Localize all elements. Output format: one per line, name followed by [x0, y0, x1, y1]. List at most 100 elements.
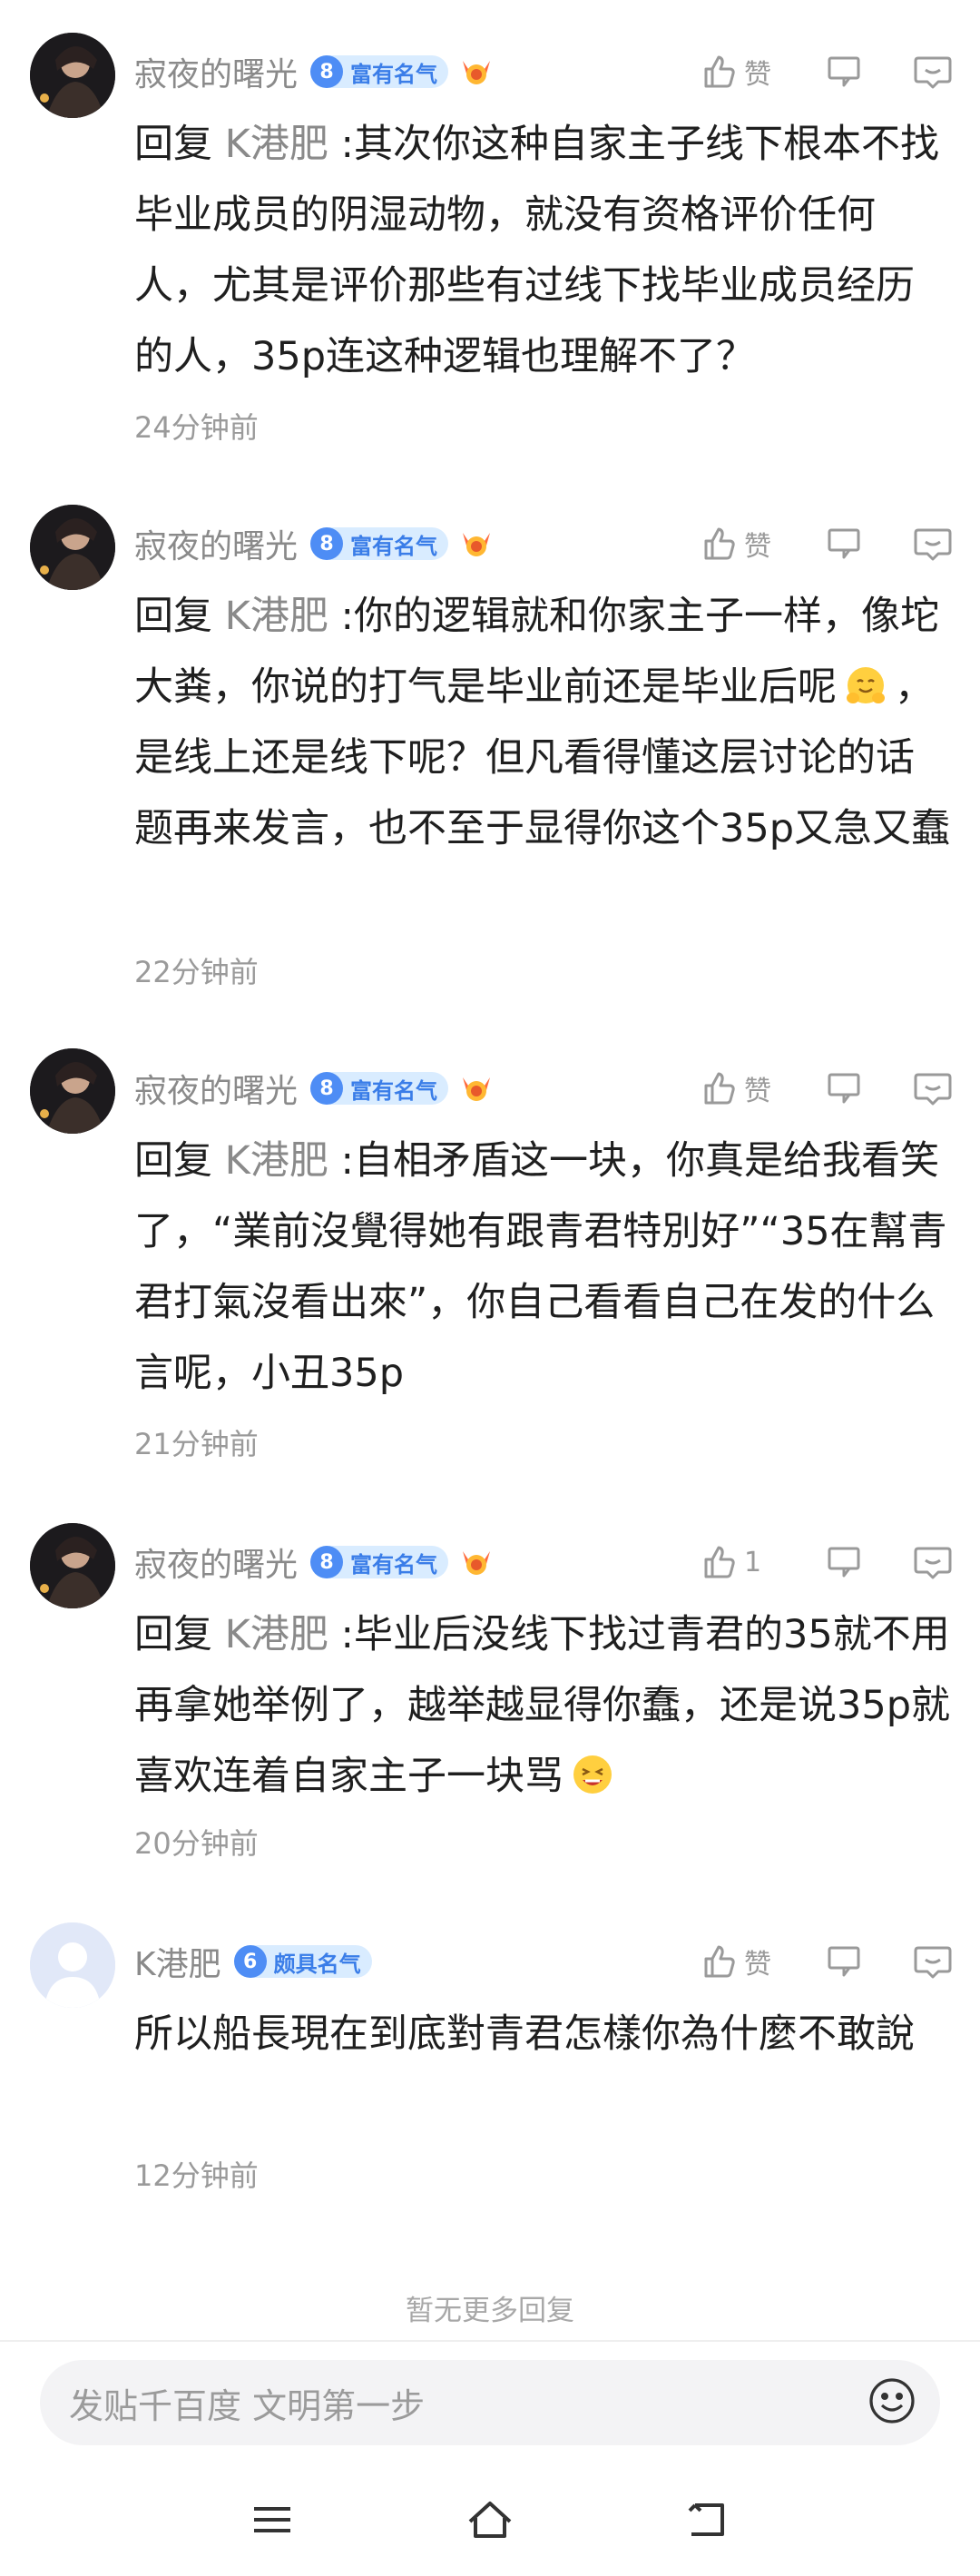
system-nav-bar	[0, 2478, 980, 2576]
comment-actions: 赞	[652, 1060, 953, 1116]
author-row: 寂夜的曙光 8 富有名气	[134, 516, 494, 572]
level-badge: 8 富有名气	[310, 1546, 449, 1578]
comment-text: 所以船長現在到底對青君怎樣你為什麼不敢說	[134, 1999, 951, 2070]
comment-text: 回复 K港肥 :你的逻辑就和你家主子一样，像坨大粪，你说的打气是毕业前还是毕业后…	[134, 581, 951, 864]
level-number: 8	[310, 1072, 344, 1105]
comment-actions: 1	[652, 1534, 953, 1590]
author-name[interactable]: 寂夜的曙光	[134, 520, 298, 567]
author-name[interactable]: 寂夜的曙光	[134, 48, 298, 95]
thumb-up-icon	[701, 525, 739, 563]
avatar[interactable]	[30, 1048, 115, 1134]
reply-prefix: 回复	[134, 594, 212, 639]
author-name[interactable]: 寂夜的曙光	[134, 1065, 298, 1112]
reply-prefix: 回复	[134, 122, 212, 167]
level-badge: 8 富有名气	[310, 1072, 449, 1105]
divider	[0, 2340, 980, 2342]
author-name[interactable]: 寂夜的曙光	[134, 1539, 298, 1586]
menu-icon[interactable]	[249, 2496, 296, 2547]
reply-button[interactable]	[913, 525, 953, 563]
badge-label: 颇具名气	[273, 1951, 361, 1977]
badge-label: 富有名气	[350, 1077, 438, 1104]
author-name[interactable]: K港肥	[134, 1938, 221, 1985]
reply-button[interactable]	[913, 1069, 953, 1107]
reply-button[interactable]	[913, 1942, 953, 1981]
reply-prefix: 回复	[134, 1612, 212, 1657]
level-number: 8	[310, 55, 344, 88]
back-icon[interactable]	[682, 2496, 733, 2547]
dislike-button[interactable]	[826, 53, 864, 91]
medal-icon	[459, 529, 494, 558]
thumb-down-icon	[826, 1942, 864, 1981]
author-row: K港肥 6 颇具名气	[134, 1933, 372, 1990]
like-button[interactable]: 1	[701, 1543, 777, 1581]
reply-input-bar[interactable]: 发贴千百度 文明第一步	[40, 2360, 940, 2445]
thumb-up-icon	[701, 1543, 739, 1581]
avatar[interactable]	[30, 33, 115, 118]
like-button[interactable]: 赞	[701, 1942, 777, 1981]
reply-target-link[interactable]: K港肥	[225, 122, 328, 167]
home-icon[interactable]	[465, 2496, 515, 2547]
like-button[interactable]: 赞	[701, 524, 777, 564]
dislike-button[interactable]	[826, 1543, 864, 1581]
comment-time: 22分钟前	[134, 955, 259, 989]
reply-button[interactable]	[913, 1543, 953, 1581]
level-badge: 8 富有名气	[310, 55, 449, 88]
level-number: 6	[233, 1945, 267, 1978]
like-count: 赞	[744, 1076, 771, 1107]
badge-label: 富有名气	[350, 1551, 438, 1578]
medal-icon	[459, 1548, 494, 1577]
medal-icon	[459, 1074, 494, 1103]
dislike-button[interactable]	[826, 1942, 864, 1981]
reply-input[interactable]: 发贴千百度 文明第一步	[69, 2378, 867, 2428]
comment-actions: 赞	[652, 44, 953, 100]
comment-time: 24分钟前	[134, 410, 259, 445]
dislike-button[interactable]	[826, 1069, 864, 1107]
reply-button[interactable]	[913, 53, 953, 91]
dislike-button[interactable]	[826, 525, 864, 563]
grin-emoji-icon	[569, 1750, 616, 1797]
comment-actions: 赞	[652, 516, 953, 572]
avatar[interactable]	[30, 505, 115, 590]
comment-time: 12分钟前	[134, 2158, 259, 2193]
thumb-up-icon	[701, 53, 739, 91]
thumb-up-icon	[701, 1942, 739, 1981]
reply-prefix: 回复	[134, 1138, 212, 1184]
hug-emoji-icon	[842, 661, 889, 708]
comment-body: 所以船長現在到底對青君怎樣你為什麼不敢說	[134, 2011, 915, 2057]
level-number: 8	[310, 527, 344, 560]
level-badge: 6 颇具名气	[233, 1945, 372, 1978]
like-count: 赞	[744, 59, 771, 91]
comment-actions: 赞	[652, 1933, 953, 1990]
comment-text: 回复 K港肥 :自相矛盾这一块，你真是给我看笑了，“業前沒覺得她有跟青君特別好”…	[134, 1126, 951, 1409]
reply-bubble-icon	[913, 53, 953, 91]
no-more-replies: 暂无更多回复	[406, 2295, 574, 2327]
comment-text: 回复 K港肥 :毕业后没线下找过青君的35就不用再拿她举例了，越举越显得你蠢，还…	[134, 1599, 951, 1812]
badge-label: 富有名气	[350, 533, 438, 559]
avatar[interactable]	[30, 1922, 115, 2008]
reply-target-link[interactable]: K港肥	[225, 594, 328, 639]
thumb-down-icon	[826, 1543, 864, 1581]
comment-time: 20分钟前	[134, 1826, 259, 1861]
level-number: 8	[310, 1546, 344, 1578]
author-row: 寂夜的曙光 8 富有名气	[134, 1060, 494, 1116]
reply-bubble-icon	[913, 1543, 953, 1581]
level-badge: 8 富有名气	[310, 527, 449, 560]
thumb-down-icon	[826, 525, 864, 563]
author-row: 寂夜的曙光 8 富有名气	[134, 1534, 494, 1590]
reply-target-link[interactable]: K港肥	[225, 1138, 328, 1184]
reply-bubble-icon	[913, 525, 953, 563]
reply-bubble-icon	[913, 1942, 953, 1981]
comment-text: 回复 K港肥 :其次你这种自家主子线下根本不找毕业成员的阴湿动物，就没有资格评价…	[134, 109, 951, 392]
avatar[interactable]	[30, 1523, 115, 1608]
thumb-up-icon	[701, 1069, 739, 1107]
thumb-down-icon	[826, 1069, 864, 1107]
like-count: 赞	[744, 531, 771, 563]
smile-emoji-icon[interactable]	[867, 2376, 916, 2429]
comment-time: 21分钟前	[134, 1427, 259, 1461]
thumb-down-icon	[826, 53, 864, 91]
like-count: 1	[744, 1546, 762, 1578]
reply-target-link[interactable]: K港肥	[225, 1612, 328, 1657]
reply-bubble-icon	[913, 1069, 953, 1107]
like-button[interactable]: 赞	[701, 1068, 777, 1108]
like-button[interactable]: 赞	[701, 52, 777, 92]
